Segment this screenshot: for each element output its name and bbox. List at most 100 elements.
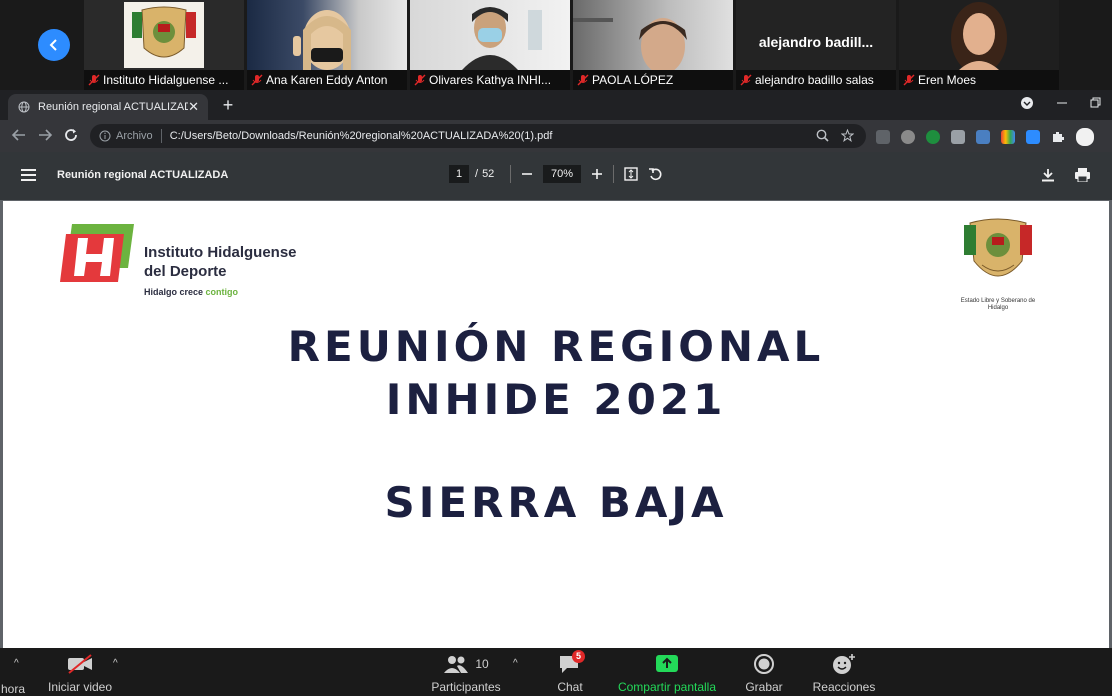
audio-options-caret-icon[interactable]: ^ [14, 658, 19, 669]
video-off-icon [68, 654, 92, 674]
slide-headline-2: INHIDE 2021 [385, 375, 727, 424]
participants-count: 10 [475, 657, 489, 671]
audio-label: hora [0, 682, 26, 696]
previous-participants-button[interactable] [38, 29, 70, 61]
pdf-actions [1041, 168, 1090, 182]
extensions-area [876, 128, 1094, 146]
cube-extension-icon[interactable] [876, 130, 890, 144]
minimize-icon[interactable] [1056, 97, 1068, 109]
zoom-extension-icon[interactable] [1026, 130, 1040, 144]
participant-name: Eren Moes [918, 73, 977, 87]
restore-icon[interactable] [1090, 97, 1102, 109]
reactions-button[interactable]: Reacciones [810, 653, 878, 694]
pdf-page: Instituto Hidalguense del Deporte Hidalg… [3, 201, 1109, 648]
person-image [951, 2, 1007, 74]
zoom-in-icon[interactable] [591, 168, 603, 180]
toolbar-divider [613, 165, 614, 183]
inhide-logo: Instituto Hidalguense del Deporte Hidalg… [58, 220, 328, 297]
start-video-button[interactable]: Iniciar video [46, 653, 114, 694]
participant-video [84, 0, 244, 70]
grammar-extension-icon[interactable] [926, 130, 940, 144]
rotate-icon[interactable] [648, 167, 663, 182]
org-tagline: Hidalgo crece contigo [144, 287, 239, 297]
participants-button[interactable]: 10 Participantes [428, 653, 504, 694]
page-number-input[interactable]: 1 [449, 165, 469, 183]
page-separator: / [475, 168, 479, 180]
tab-strip: Reunión regional ACTUALIZADA ✕ + [0, 90, 1112, 120]
audio-button[interactable]: hora [0, 653, 26, 696]
record-button[interactable]: Grabar [742, 653, 786, 694]
participant-name-row: Ana Karen Eddy Anton [247, 70, 407, 90]
zoom-controls: 70% [510, 165, 663, 183]
bookmark-star-icon[interactable] [841, 129, 854, 142]
participant-name-row: Eren Moes [899, 70, 1059, 90]
reload-icon[interactable] [63, 127, 79, 143]
page-selector: 1 / 52 [449, 165, 494, 183]
back-arrow-icon[interactable] [11, 127, 27, 143]
participant-display-name: alejandro badill... [758, 34, 874, 50]
window-extension-icon[interactable] [976, 130, 990, 144]
state-seal: Estado Libre y Soberano de Hidalgo [958, 215, 1038, 311]
color-extension-icon[interactable] [1001, 130, 1015, 144]
address-bar[interactable]: Archivo C:/Users/Beto/Downloads/Reunión%… [90, 124, 866, 148]
globe-icon [18, 101, 30, 113]
tab-search-icon[interactable] [1020, 96, 1034, 110]
print-icon[interactable] [1075, 168, 1090, 182]
coat-of-arms-image [124, 2, 204, 68]
code-extension-icon[interactable] [951, 130, 965, 144]
person-image [462, 7, 542, 70]
fit-page-icon[interactable] [624, 167, 638, 181]
zoom-out-icon[interactable] [521, 168, 533, 180]
participant-tile[interactable]: Ana Karen Eddy Anton [247, 0, 407, 90]
protocol-label: Archivo [116, 130, 153, 142]
participant-tile[interactable]: Olivares Kathya INHI... [410, 0, 570, 90]
participant-tile[interactable]: alejandro badill... alejandro badillo sa… [736, 0, 896, 90]
participant-tile[interactable]: Instituto Hidalguense ... [84, 0, 244, 90]
close-tab-icon[interactable]: ✕ [188, 99, 199, 115]
participant-name: Instituto Hidalguense ... [103, 73, 229, 87]
participant-name: Olivares Kathya INHI... [429, 73, 552, 87]
mic-muted-icon [414, 74, 426, 86]
info-icon[interactable] [99, 130, 111, 142]
participant-name: Ana Karen Eddy Anton [266, 73, 388, 87]
omnibox-divider [160, 129, 162, 143]
profile-avatar-icon[interactable] [1076, 128, 1094, 146]
window-controls [1020, 96, 1102, 110]
inhide-h-logo-icon [60, 224, 134, 282]
seal-caption: Estado Libre y Soberano de Hidalgo [960, 298, 1036, 311]
participant-tile[interactable]: PAOLA LÓPEZ [573, 0, 733, 90]
participant-name-row: Olivares Kathya INHI... [410, 70, 570, 90]
puzzle-extensions-icon[interactable] [1051, 130, 1065, 144]
participant-strip: Instituto Hidalguense ... Ana Karen Eddy… [0, 0, 1112, 90]
zoom-level-input[interactable]: 70% [543, 165, 581, 183]
pdf-title: Reunión regional ACTUALIZADA [57, 169, 229, 181]
record-label: Grabar [745, 680, 783, 694]
participant-video [573, 0, 733, 74]
participants-options-caret-icon[interactable]: ^ [513, 658, 518, 669]
forward-arrow-icon[interactable] [37, 127, 53, 143]
video-options-caret-icon[interactable]: ^ [113, 658, 118, 669]
mic-muted-icon [740, 74, 752, 86]
participant-video [247, 0, 407, 70]
browser-tab[interactable]: Reunión regional ACTUALIZADA ✕ [8, 94, 208, 120]
shield-extension-icon[interactable] [901, 130, 915, 144]
participant-name-row: Instituto Hidalguense ... [84, 70, 244, 90]
mic-muted-icon [251, 74, 263, 86]
reactions-label: Reacciones [812, 680, 876, 694]
participant-name: alejandro badillo salas [755, 73, 874, 87]
pdf-viewport[interactable]: Instituto Hidalguense del Deporte Hidalg… [0, 200, 1112, 648]
browser-window: Reunión regional ACTUALIZADA ✕ + Archivo… [0, 90, 1112, 648]
chat-unread-badge: 5 [572, 650, 586, 663]
download-icon[interactable] [1041, 168, 1055, 182]
participant-name-row: alejandro badillo salas [736, 70, 896, 90]
slide-headline-3: SIERRA BAJA [384, 478, 728, 527]
participant-tile[interactable]: Eren Moes [899, 0, 1059, 90]
menu-icon[interactable] [21, 168, 36, 182]
participants-icon [444, 656, 469, 673]
zoom-icon[interactable] [816, 129, 829, 142]
chat-button[interactable]: 5 Chat [552, 650, 588, 694]
share-screen-button[interactable]: Compartir pantalla [612, 653, 722, 694]
participant-name-row: PAOLA LÓPEZ [573, 70, 733, 90]
url-text[interactable]: C:/Users/Beto/Downloads/Reunión%20region… [170, 130, 553, 142]
new-tab-button[interactable]: + [219, 95, 237, 116]
